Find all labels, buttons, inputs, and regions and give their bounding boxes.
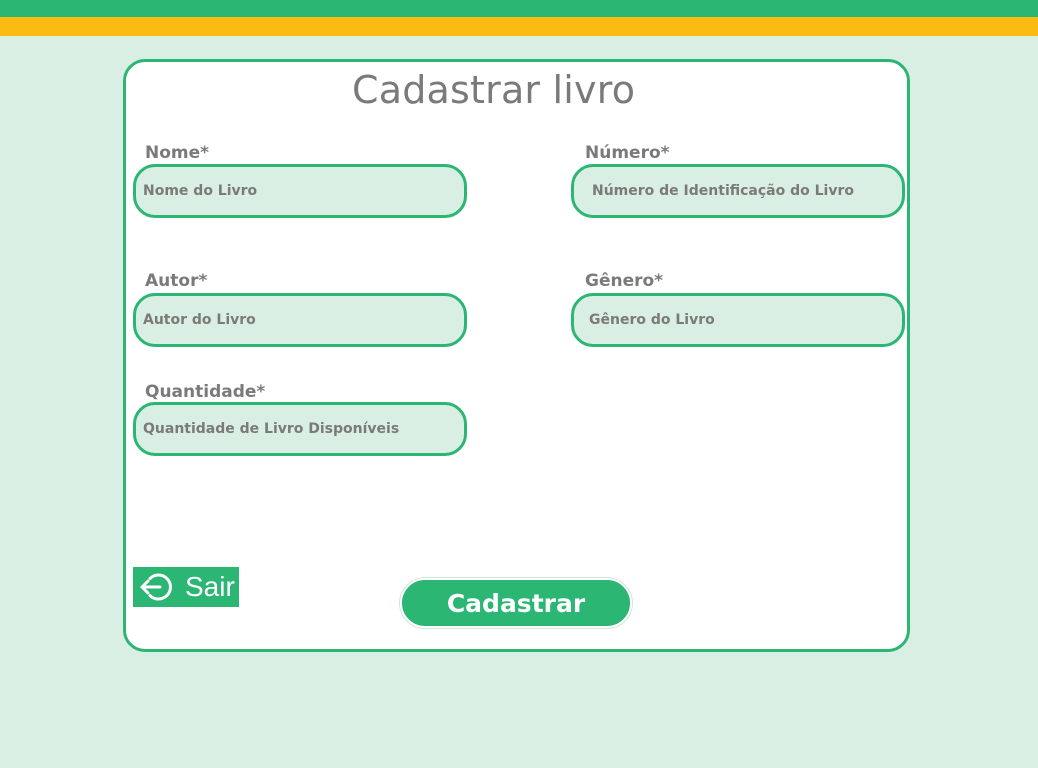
header-green-stripe <box>0 0 1038 17</box>
exit-icon <box>139 569 175 605</box>
autor-input[interactable] <box>133 293 467 347</box>
numero-input[interactable] <box>571 164 905 218</box>
nome-label: Nome* <box>145 143 210 163</box>
nome-input[interactable] <box>133 164 467 218</box>
quantidade-label: Quantidade* <box>145 382 266 402</box>
genero-input[interactable] <box>571 293 905 347</box>
page-title: Cadastrar livro <box>352 68 636 112</box>
cadastrar-button[interactable]: Cadastrar <box>400 578 632 628</box>
genero-label: Gênero* <box>585 271 664 291</box>
book-registration-form: Cadastrar livro Nome* Número* Autor* Gên… <box>123 59 910 652</box>
quantidade-input[interactable] <box>133 402 467 456</box>
exit-button-label: Sair <box>185 571 235 602</box>
header-yellow-stripe <box>0 17 1038 36</box>
exit-button[interactable]: Sair <box>133 567 239 607</box>
numero-label: Número* <box>585 143 670 163</box>
autor-label: Autor* <box>145 271 208 291</box>
